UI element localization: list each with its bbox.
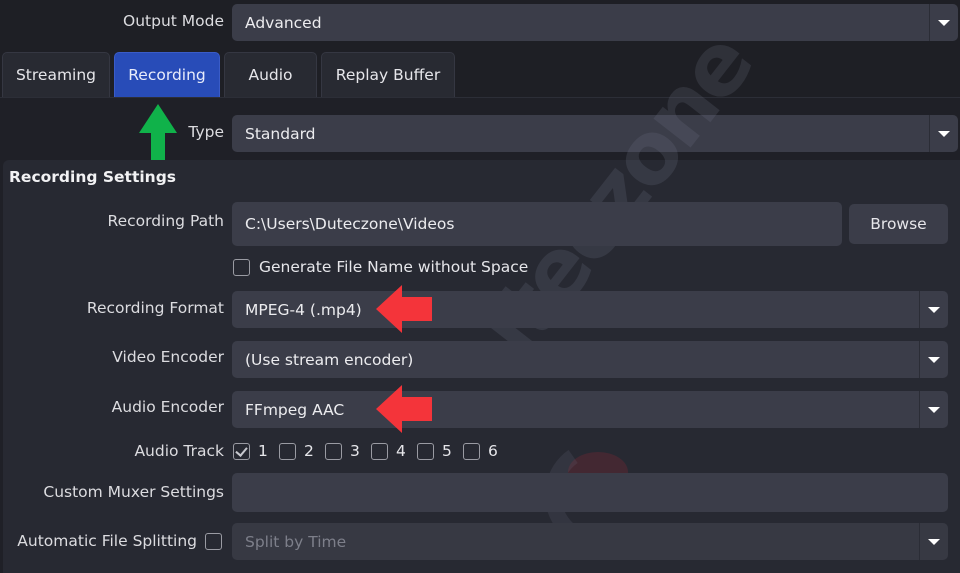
audio-track-2-checkbox[interactable]: [279, 443, 296, 460]
output-mode-value: Advanced: [245, 13, 322, 32]
audio-track-2-label[interactable]: 2: [304, 442, 314, 460]
audio-track-5-checkbox[interactable]: [417, 443, 434, 460]
auto-split-value: Split by Time: [245, 532, 347, 551]
auto-split-label: Automatic File Splitting: [17, 532, 197, 550]
audio-track-1-label[interactable]: 1: [258, 442, 268, 460]
browse-button[interactable]: Browse: [849, 204, 948, 244]
generate-filename-label[interactable]: Generate File Name without Space: [259, 258, 528, 276]
audio-encoder-value: FFmpeg AAC: [245, 400, 345, 419]
recording-settings-title: Recording Settings: [9, 168, 177, 186]
tab-recording[interactable]: Recording: [114, 52, 220, 97]
audio-track-6-checkbox[interactable]: [463, 443, 480, 460]
video-encoder-value: (Use stream encoder): [245, 350, 414, 369]
audio-track-3-checkbox[interactable]: [325, 443, 342, 460]
type-label: Type: [188, 123, 224, 141]
type-value: Standard: [245, 124, 316, 143]
red-left-arrow-annotation: [376, 285, 432, 333]
video-encoder-label: Video Encoder: [112, 348, 224, 366]
recording-path-input[interactable]: C:\Users\Duteczone\Videos: [232, 202, 842, 246]
recording-format-value: MPEG-4 (.mp4): [245, 300, 362, 319]
audio-track-label: Audio Track: [134, 442, 224, 460]
custom-muxer-input[interactable]: [232, 473, 948, 512]
tab-label: Audio: [248, 66, 293, 84]
video-encoder-combo[interactable]: (Use stream encoder): [232, 341, 948, 378]
red-left-arrow-annotation: [376, 385, 432, 433]
audio-encoder-combo[interactable]: FFmpeg AAC: [232, 391, 948, 428]
audio-track-6-label[interactable]: 6: [488, 442, 498, 460]
audio-track-1-checkbox[interactable]: [233, 443, 250, 460]
generate-filename-checkbox[interactable]: [233, 259, 250, 276]
type-combo[interactable]: Standard: [232, 115, 958, 152]
chevron-down-icon: [919, 523, 948, 560]
audio-track-3-label[interactable]: 3: [350, 442, 360, 460]
chevron-down-icon: [919, 391, 948, 428]
tab-replay-buffer[interactable]: Replay Buffer: [321, 52, 455, 97]
tab-label: Replay Buffer: [335, 66, 441, 84]
recording-format-combo[interactable]: MPEG-4 (.mp4): [232, 291, 948, 328]
output-mode-label: Output Mode: [123, 12, 224, 30]
chevron-down-icon: [929, 115, 958, 152]
auto-split-combo[interactable]: Split by Time: [232, 523, 948, 560]
audio-track-5-label[interactable]: 5: [442, 442, 452, 460]
custom-muxer-label: Custom Muxer Settings: [43, 483, 224, 501]
output-mode-combo[interactable]: Advanced: [232, 4, 958, 41]
audio-encoder-label: Audio Encoder: [111, 398, 224, 416]
audio-track-4-label[interactable]: 4: [396, 442, 406, 460]
tab-streaming[interactable]: Streaming: [2, 52, 110, 97]
recording-path-value: C:\Users\Duteczone\Videos: [245, 215, 455, 233]
chevron-down-icon: [929, 4, 958, 41]
audio-track-4-checkbox[interactable]: [371, 443, 388, 460]
tab-label: Streaming: [15, 66, 97, 84]
recording-format-label: Recording Format: [86, 299, 224, 317]
tab-audio[interactable]: Audio: [224, 52, 317, 97]
recording-path-label: Recording Path: [107, 212, 225, 230]
chevron-down-icon: [919, 341, 948, 378]
green-up-arrow-annotation: [139, 104, 177, 160]
tab-label: Recording: [128, 66, 206, 84]
chevron-down-icon: [919, 291, 948, 328]
auto-split-checkbox[interactable]: [205, 533, 222, 550]
